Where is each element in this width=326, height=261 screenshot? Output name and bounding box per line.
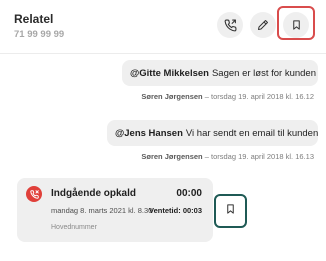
phone-missed-icon: [26, 186, 42, 202]
call-card[interactable]: Indgående opkald 00:00 mandag 8. marts 2…: [17, 178, 213, 242]
call-duration: 00:00: [176, 188, 202, 199]
contact-number: 71 99 99 99: [14, 29, 65, 40]
message-timestamp: – torsdag 19. april 2018 kl. 16.13: [204, 152, 314, 161]
message-author: Søren Jørgensen: [141, 152, 203, 161]
message-text: Vi har sendt en email til kunden: [185, 127, 319, 139]
message-mention[interactable]: @Gitte Mikkelsen: [130, 68, 209, 79]
pencil-icon: [257, 19, 269, 31]
header-divider: [0, 53, 326, 54]
contact-header: Relatel 71 99 99 99: [0, 0, 326, 50]
message-timestamp: – torsdag 19. april 2018 kl. 16.12: [204, 92, 314, 101]
call-wait-value: 00:03: [182, 206, 202, 215]
bookmark-icon: [225, 202, 236, 220]
call-wait-label: Ventetid:: [149, 206, 181, 215]
phone-transfer-icon: [224, 19, 237, 32]
call-date: mandag 8. marts 2021 kl. 8.30: [51, 206, 153, 215]
call-wait-time: Ventetid: 00:03: [149, 206, 202, 215]
bookmark-button[interactable]: [283, 12, 309, 38]
call-title: Indgående opkald: [51, 188, 137, 199]
message-meta: Søren Jørgensen – torsdag 19. april 2018…: [141, 92, 314, 101]
call-line-name: Hovednummer: [51, 224, 97, 231]
message-mention[interactable]: @Jens Hansen: [115, 128, 183, 139]
contact-name: Relatel: [14, 12, 54, 26]
message-text: Sagen er løst for kunden: [211, 67, 317, 79]
message-meta: Søren Jørgensen – torsdag 19. april 2018…: [141, 152, 314, 161]
message-bubble: @Gitte Mikkelsen Sagen er løst for kunde…: [122, 60, 318, 86]
bookmark-icon: [291, 19, 302, 31]
call-bookmark-button[interactable]: [214, 194, 247, 228]
conversation-view: Relatel 71 99 99 99 @Gitte Mikkelsen Sag…: [0, 0, 326, 261]
message-author: Søren Jørgensen: [141, 92, 203, 101]
call-button[interactable]: [217, 12, 243, 38]
edit-button[interactable]: [250, 12, 276, 38]
message-bubble: @Jens Hansen Vi har sendt en email til k…: [107, 120, 318, 146]
